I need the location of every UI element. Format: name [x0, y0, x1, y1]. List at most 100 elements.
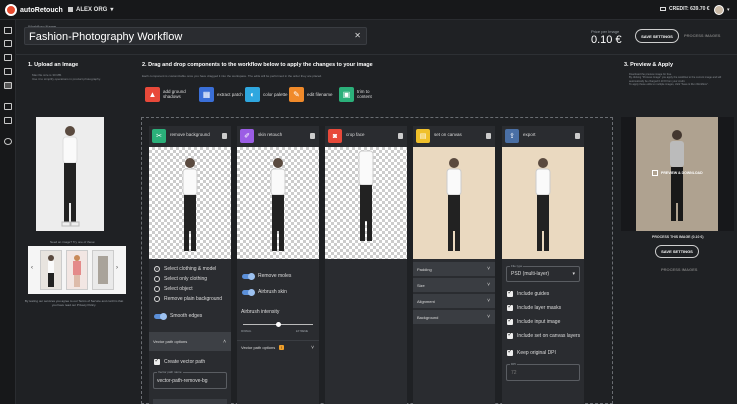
trash-icon[interactable] — [310, 133, 315, 139]
process-images-button[interactable]: PROCESS IMAGES — [684, 33, 720, 38]
airbrush-skin-toggle[interactable]: Airbrush skin — [242, 288, 287, 296]
layers-icon[interactable] — [4, 68, 12, 75]
book-icon[interactable] — [4, 54, 12, 61]
palette-item[interactable]: ▣ trim to content — [339, 86, 383, 102]
preview-download-button[interactable]: PREVIEW & DOWNLOAD — [652, 170, 703, 176]
save-settings-button-2[interactable]: SAVE SETTINGS — [655, 245, 699, 258]
chevron-right-icon[interactable]: › — [116, 265, 118, 271]
card-preview-image — [413, 147, 495, 259]
radio-button[interactable] — [154, 276, 160, 282]
checkbox[interactable] — [154, 357, 160, 365]
export-check[interactable]: Keep original DPI — [507, 348, 581, 356]
radio-button[interactable] — [154, 286, 160, 292]
workflow-card[interactable]: ✂ remove background — [149, 126, 231, 260]
canvas-accordion[interactable]: Size ˅ — [413, 278, 495, 292]
checkbox[interactable] — [507, 317, 513, 325]
credit-text: CREDIT: 639.70 € — [669, 6, 710, 12]
checkbox[interactable] — [507, 289, 513, 297]
export-check[interactable]: Include input image — [507, 317, 581, 325]
toggle-switch[interactable] — [242, 288, 255, 296]
docs-icon[interactable] — [4, 117, 12, 124]
toggle-switch[interactable] — [154, 312, 167, 320]
images-icon[interactable] — [4, 40, 12, 47]
canvas-accordion[interactable]: Padding ˅ — [413, 262, 495, 276]
workflow-icon[interactable] — [4, 82, 12, 89]
card-icon: ✐ — [240, 129, 254, 143]
process-this-image-button[interactable]: PROCESS THIS IMAGE (0.10 €) — [652, 235, 704, 239]
remove-bg-option[interactable]: Remove plain background — [154, 296, 222, 302]
remove-moles-toggle[interactable]: Remove moles — [242, 272, 291, 280]
app-logo[interactable]: autoRetouch — [5, 4, 63, 16]
building-icon — [68, 7, 73, 12]
remove-bg-option[interactable]: Select clothing & model — [154, 266, 216, 272]
radio-button[interactable] — [154, 296, 160, 302]
trash-icon[interactable] — [222, 133, 227, 139]
close-icon[interactable]: ✕ — [354, 31, 361, 40]
workflow-card[interactable]: ✐ skin retouch — [237, 126, 319, 260]
chevron-down-icon: ˅ — [487, 314, 490, 320]
radio-button[interactable] — [154, 266, 160, 272]
org-selector[interactable]: ALEX ORG ▾ — [68, 6, 113, 13]
workflow-card[interactable]: ◙ crop face — [325, 126, 407, 260]
home-icon[interactable] — [4, 27, 12, 34]
card-icon — [660, 7, 666, 11]
export-check[interactable]: Include guides — [507, 289, 581, 297]
sample-thumb-2[interactable] — [66, 250, 88, 290]
warning-badge: ! — [279, 345, 285, 350]
vector-path-options-label: Vector path options — [153, 339, 188, 344]
help-icon[interactable] — [4, 138, 12, 145]
chevron-left-icon[interactable]: ‹ — [31, 265, 33, 271]
export-check[interactable]: Include set on canvas layers — [507, 331, 581, 339]
create-vector-path-check[interactable]: Create vector path — [154, 357, 205, 365]
export-check[interactable]: Include layer masks — [507, 303, 581, 311]
smooth-edges-toggle[interactable]: Smooth edges — [154, 312, 202, 320]
card-preview-image — [325, 147, 407, 259]
sidebar — [0, 20, 16, 404]
file-type-select[interactable]: File type PSD (multi-layer) ▾ — [506, 264, 580, 282]
billing-icon[interactable] — [4, 103, 12, 110]
remove-bg-option[interactable]: Select object — [154, 286, 193, 292]
avatar[interactable] — [714, 5, 724, 15]
sample-thumb-3[interactable] — [92, 250, 114, 290]
file-type-label: File type — [510, 264, 524, 268]
checkbox[interactable] — [507, 303, 513, 311]
trash-icon[interactable] — [575, 133, 580, 139]
workflow-card[interactable]: ▤ set on canvas — [413, 126, 495, 260]
slider-knob[interactable] — [275, 322, 281, 327]
export-options: File type PSD (multi-layer) ▾ Include gu… — [502, 260, 584, 404]
trash-icon[interactable] — [398, 133, 403, 139]
remove-bg-option[interactable]: Select only clothing — [154, 276, 207, 282]
chevron-down-icon: ˅ — [311, 344, 314, 351]
credit-display[interactable]: CREDIT: 639.70 € — [660, 6, 710, 12]
logo-text: autoRetouch — [20, 6, 63, 14]
vector-path-name-field[interactable]: Vector path name vector-path-remove-bg — [153, 370, 227, 389]
workflow-name-input[interactable]: Fashion-Photography Workflow ✕ — [24, 27, 367, 45]
checkbox[interactable] — [507, 331, 513, 339]
org-name: ALEX ORG — [76, 6, 108, 13]
canvas-accordion[interactable]: Alignment ˅ — [413, 294, 495, 308]
workflow-card[interactable]: ⇪ export — [502, 126, 584, 260]
uploaded-image[interactable] — [36, 117, 104, 231]
trash-icon[interactable] — [486, 133, 491, 139]
card-header: ✂ remove background — [149, 126, 231, 146]
toggle-switch[interactable] — [242, 272, 255, 280]
next-field — [153, 399, 227, 404]
vector-path-name-label: Vector path name — [157, 370, 183, 374]
dpi-field[interactable]: DPI 72 — [506, 362, 580, 381]
card-header: ◙ crop face — [325, 126, 407, 146]
save-settings-button[interactable]: SAVE SETTINGS — [635, 29, 679, 43]
palette-item[interactable]: ▲ add ground shadows — [145, 86, 189, 102]
palette-item[interactable]: ▦ extract patch — [199, 86, 243, 102]
checkbox[interactable] — [507, 348, 513, 356]
skin-retouch-options: Remove moles Airbrush skin Airbrush inte… — [237, 260, 319, 404]
palette-item-label: extract patch — [217, 91, 243, 97]
vector-path-name-value: vector-path-remove-bg — [157, 378, 208, 384]
process-images-button-2[interactable]: PROCESS IMAGES — [661, 267, 697, 272]
skin-vector-path-accordion[interactable]: Vector path options ! ˅ — [237, 340, 319, 354]
vector-path-options-accordion[interactable]: Vector path options ˄ — [149, 332, 231, 351]
canvas-accordion[interactable]: Background ˅ — [413, 310, 495, 324]
palette-item[interactable]: ◐ color palette — [245, 86, 289, 102]
sample-thumb-1[interactable] — [40, 250, 62, 290]
caret-down-icon[interactable]: ▾ — [727, 7, 730, 13]
palette-item[interactable]: ✎ edit filename — [289, 86, 333, 102]
